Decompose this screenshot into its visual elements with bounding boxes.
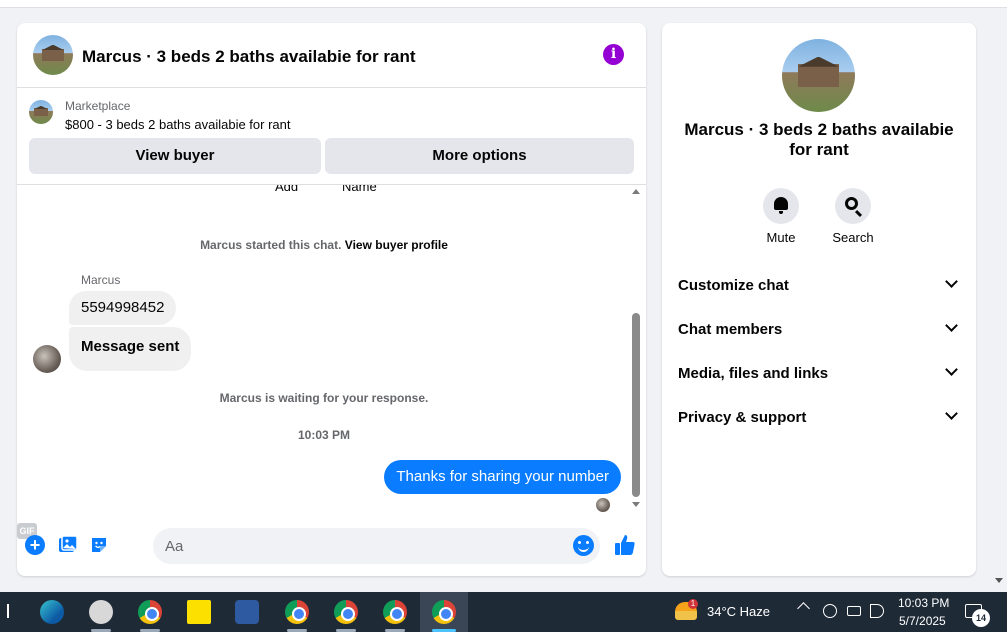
view-buyer-profile-link[interactable]: View buyer profile xyxy=(345,238,448,252)
sticky-notes-icon[interactable] xyxy=(187,600,211,624)
sticker-icon[interactable] xyxy=(89,535,109,555)
plus-icon[interactable]: + xyxy=(25,535,45,555)
speaker-icon[interactable] xyxy=(870,604,884,618)
info-avatar[interactable] xyxy=(782,39,855,112)
scrollbar-thumb[interactable] xyxy=(632,313,640,497)
chrome-icon[interactable] xyxy=(138,600,162,624)
weather-text[interactable]: 34°C Haze xyxy=(707,604,770,619)
task-view-icon[interactable] xyxy=(0,604,9,618)
search-button[interactable] xyxy=(835,188,871,224)
outgoing-message[interactable]: Thanks for sharing your number xyxy=(384,460,621,494)
section-media-files-links[interactable]: Media, files and links xyxy=(678,353,962,393)
bell-icon xyxy=(774,197,788,214)
section-customize-chat[interactable]: Customize chat xyxy=(678,265,962,305)
marketplace-label: Marketplace xyxy=(65,99,131,113)
section-label: Media, files and links xyxy=(678,365,829,382)
search-icon xyxy=(845,197,858,210)
clock-time[interactable]: 10:03 PM xyxy=(898,596,949,610)
waiting-notice: Marcus is waiting for your response. xyxy=(219,391,429,405)
chat-header: Marcus · 3 beds 2 baths availabie for ra… xyxy=(17,23,646,88)
chat-started-text: Marcus started this chat. xyxy=(200,238,345,252)
mute-action[interactable]: Mute xyxy=(751,188,811,245)
listing-thumbnail xyxy=(29,100,53,124)
section-label: Privacy & support xyxy=(678,409,807,426)
battery-icon[interactable] xyxy=(847,606,861,616)
solitaire-icon[interactable] xyxy=(235,600,259,624)
search-label: Search xyxy=(832,230,874,245)
cutoff-text-right: Name xyxy=(342,185,377,194)
thumbs-up-icon[interactable] xyxy=(613,533,637,557)
sender-avatar[interactable] xyxy=(33,345,61,373)
message-thread[interactable]: Add Name Marcus started this chat. View … xyxy=(17,185,646,515)
chevron-down-icon xyxy=(945,275,958,288)
clock-date[interactable]: 5/7/2025 xyxy=(899,614,946,628)
chevron-down-icon xyxy=(945,319,958,332)
view-buyer-button[interactable]: View buyer xyxy=(29,138,321,174)
thread-scrollbar[interactable] xyxy=(630,185,642,515)
chrome-icon[interactable] xyxy=(383,600,407,624)
notification-count-badge: 14 xyxy=(972,609,990,627)
search-action[interactable]: Search xyxy=(823,188,883,245)
marketplace-listing-row[interactable]: Marketplace $800 - 3 beds 2 baths availa… xyxy=(17,89,646,135)
scroll-up-arrow-icon[interactable] xyxy=(632,189,640,194)
section-label: Customize chat xyxy=(678,277,789,294)
cutoff-text-left: Add xyxy=(275,185,299,194)
windows-taskbar: 1 34°C Haze 10:03 PM 5/7/2025 14 xyxy=(0,592,1007,632)
incoming-message[interactable]: 5594998452 xyxy=(69,291,177,325)
message-composer: + GIF xyxy=(17,523,646,567)
camera-icon[interactable] xyxy=(823,604,837,618)
chevron-down-icon xyxy=(945,363,958,376)
chevron-down-icon xyxy=(945,407,958,420)
weather-alert-badge: 1 xyxy=(688,599,698,609)
chat-title[interactable]: Marcus · 3 beds 2 baths availabie for ra… xyxy=(82,47,416,67)
incoming-message[interactable]: Message sent xyxy=(69,327,192,371)
message-timestamp: 10:03 PM xyxy=(297,428,351,442)
edge-browser-icon[interactable] xyxy=(40,600,64,624)
chevron-up-icon[interactable] xyxy=(797,602,810,615)
section-privacy-support[interactable]: Privacy & support xyxy=(678,397,962,437)
scroll-down-arrow-icon[interactable] xyxy=(632,502,640,507)
mute-button[interactable] xyxy=(763,188,799,224)
chrome-icon[interactable] xyxy=(285,600,309,624)
paint-app-icon[interactable] xyxy=(89,600,113,624)
chat-info-panel: Marcus · 3 beds 2 baths availabie for ra… xyxy=(662,23,976,576)
more-options-button[interactable]: More options xyxy=(325,138,634,174)
top-strip xyxy=(0,0,1007,8)
chat-panel: Marcus · 3 beds 2 baths availabie for ra… xyxy=(17,23,646,576)
listing-description: $800 - 3 beds 2 baths availabie for rant xyxy=(65,117,291,132)
info-title: Marcus · 3 beds 2 baths availabie for ra… xyxy=(684,120,954,159)
mute-label: Mute xyxy=(766,230,796,245)
section-label: Chat members xyxy=(678,321,783,338)
sender-name: Marcus xyxy=(81,273,121,287)
info-icon[interactable]: i xyxy=(603,44,624,65)
section-chat-members[interactable]: Chat members xyxy=(678,309,962,349)
image-icon[interactable] xyxy=(58,535,78,555)
seen-indicator-avatar xyxy=(596,498,610,512)
page-scroll-down-icon[interactable] xyxy=(995,578,1003,583)
chrome-icon[interactable] xyxy=(334,600,358,624)
emoji-icon[interactable] xyxy=(573,535,594,556)
chat-started-notice: Marcus started this chat. View buyer pro… xyxy=(17,238,631,252)
chrome-icon[interactable] xyxy=(432,600,456,624)
listing-avatar[interactable] xyxy=(33,35,73,75)
message-input[interactable] xyxy=(153,528,600,564)
